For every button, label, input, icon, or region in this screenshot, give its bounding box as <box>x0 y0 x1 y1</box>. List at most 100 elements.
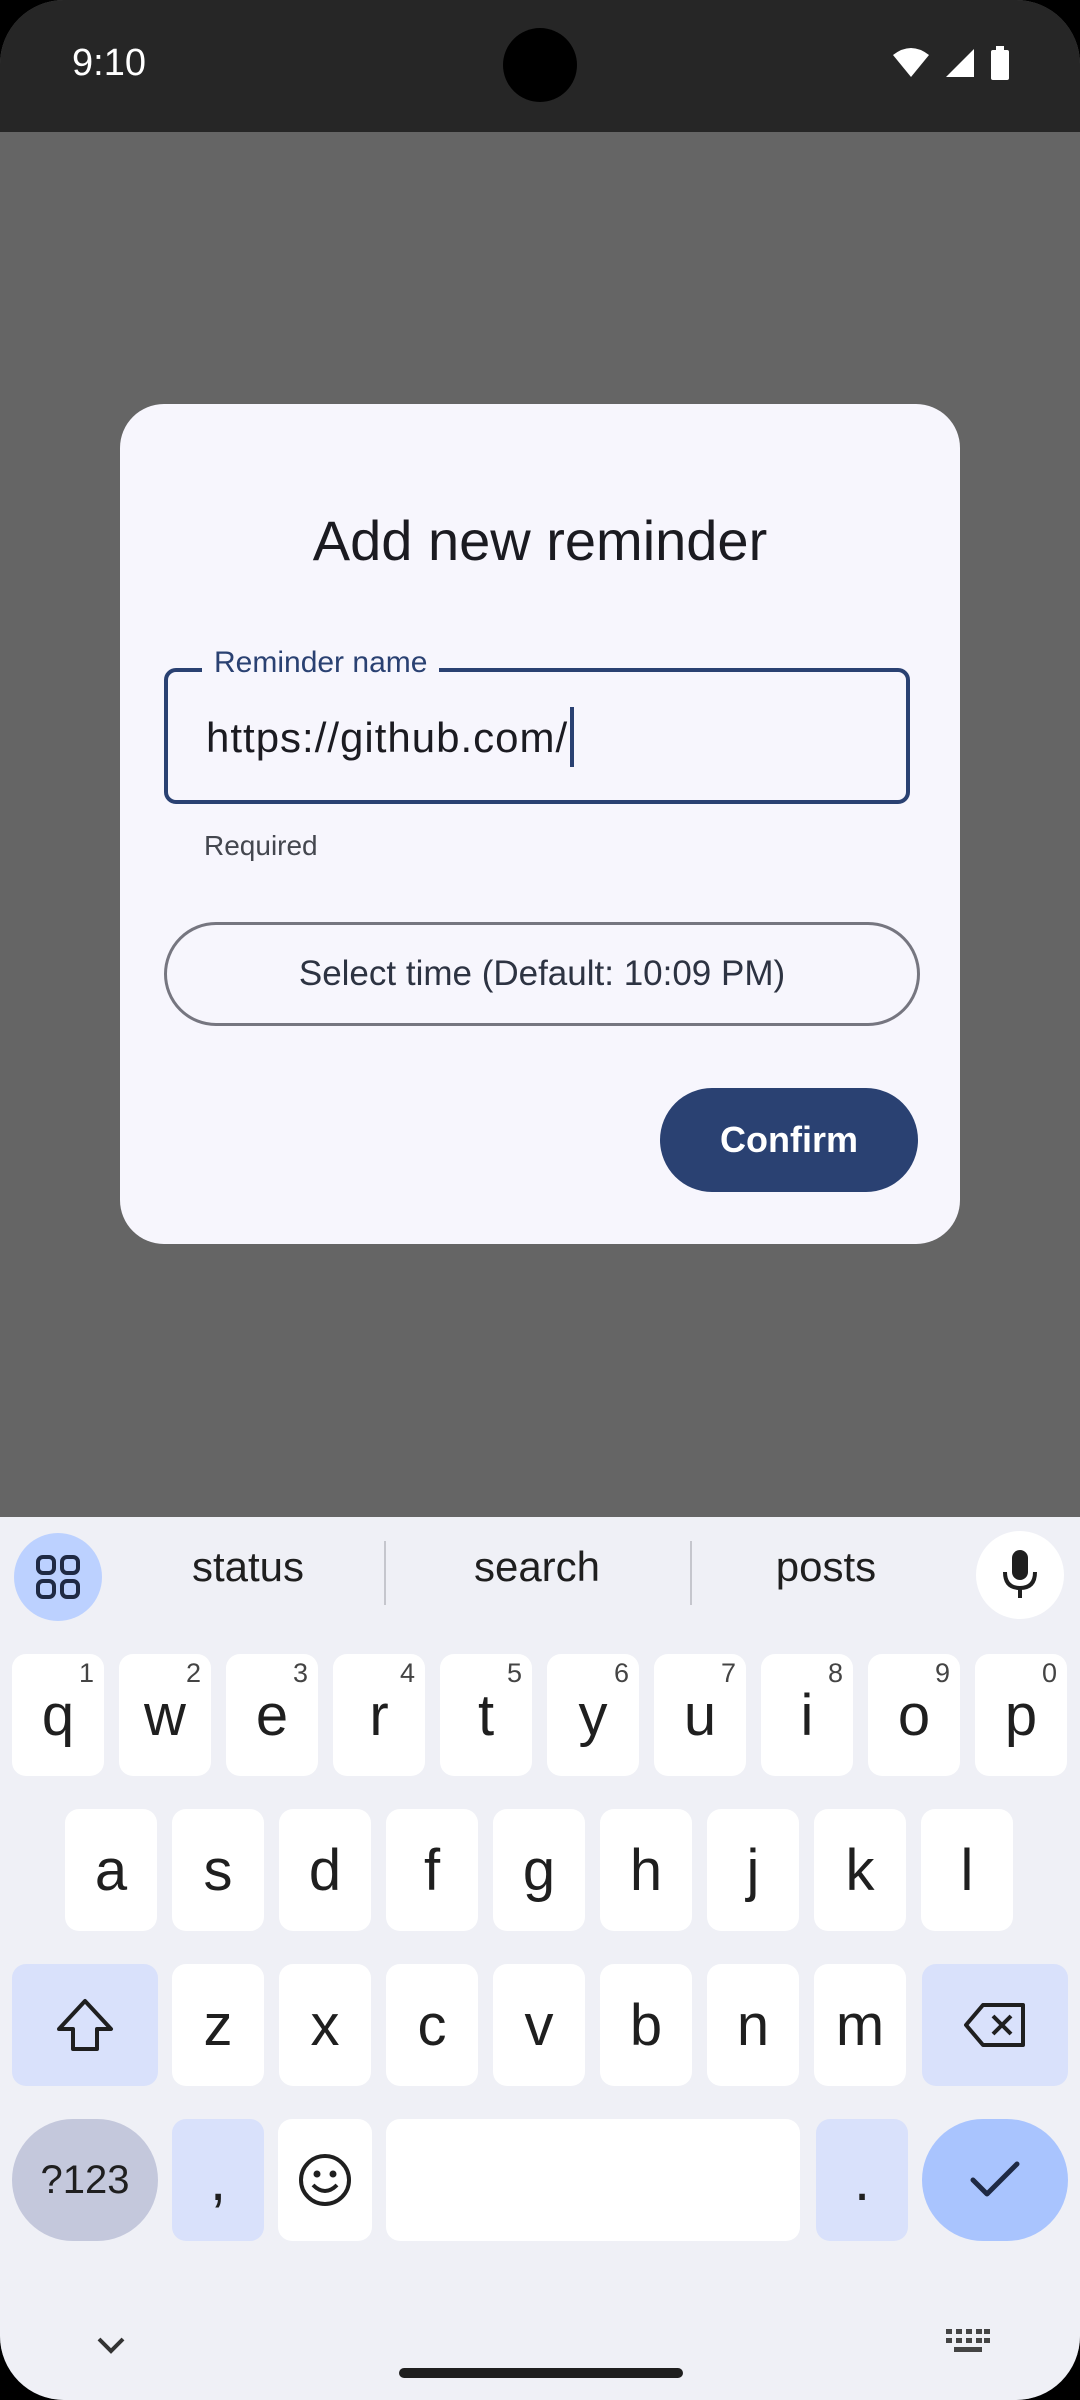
key-label: h <box>629 1837 663 1903</box>
key-y[interactable]: y6 <box>547 1654 639 1776</box>
key-hint: 4 <box>399 1658 415 1688</box>
key-o[interactable]: o9 <box>868 1654 960 1776</box>
add-reminder-dialog: Add new reminder Reminder name https://g… <box>120 404 960 1244</box>
key-label: g <box>522 1837 556 1903</box>
status-time: 9:10 <box>72 42 146 84</box>
key-label: a <box>94 1837 128 1903</box>
symbols-key[interactable]: ?123 <box>12 2119 158 2241</box>
checkmark-icon <box>970 2161 1020 2197</box>
key-label: t <box>477 1682 495 1748</box>
confirm-button[interactable]: Confirm <box>660 1088 918 1192</box>
key-d[interactable]: d <box>279 1809 371 1931</box>
key-h[interactable]: h <box>600 1809 692 1931</box>
home-gesture-bar[interactable] <box>399 2368 683 2378</box>
reminder-name-value: https://github.com/ <box>206 714 569 761</box>
key-u[interactable]: u7 <box>654 1654 746 1776</box>
key-q[interactable]: q1 <box>12 1654 104 1776</box>
key-s[interactable]: s <box>172 1809 264 1931</box>
suggestion-1[interactable]: status <box>128 1543 368 1591</box>
grid-icon <box>36 1555 80 1599</box>
key-t[interactable]: t5 <box>440 1654 532 1776</box>
dialog-title: Add new reminder <box>312 509 768 572</box>
key-label: j <box>746 1837 760 1903</box>
key-label: z <box>203 1992 233 2058</box>
key-label: i <box>800 1682 814 1748</box>
key-l[interactable]: l <box>921 1809 1013 1931</box>
key-z[interactable]: z <box>172 1964 264 2086</box>
emoji-key[interactable] <box>278 2119 372 2241</box>
keyboard-apps-button[interactable] <box>14 1533 102 1621</box>
key-hint: 9 <box>934 1658 950 1688</box>
key-label: x <box>310 1992 340 2058</box>
key-hint: 8 <box>827 1658 843 1688</box>
backspace-icon <box>964 2003 1025 2047</box>
key-label: m <box>835 1992 885 2058</box>
suggestion-divider <box>384 1541 386 1605</box>
key-v[interactable]: v <box>493 1964 585 2086</box>
battery-icon <box>991 46 1009 80</box>
key-label: w <box>144 1682 186 1748</box>
key-x[interactable]: x <box>279 1964 371 2086</box>
key-label: y <box>578 1682 608 1748</box>
key-label: b <box>629 1992 663 2058</box>
key-label: k <box>845 1837 875 1903</box>
key-a[interactable]: a <box>65 1809 157 1931</box>
key-r[interactable]: r4 <box>333 1654 425 1776</box>
key-label: n <box>736 1992 770 2058</box>
key-p[interactable]: p0 <box>975 1654 1067 1776</box>
key-label: q <box>41 1682 75 1748</box>
key-hint: 6 <box>613 1658 629 1688</box>
key-label: o <box>897 1682 931 1748</box>
text-cursor <box>570 706 575 767</box>
key-f[interactable]: f <box>386 1809 478 1931</box>
suggestion-3[interactable]: posts <box>706 1543 946 1591</box>
key-label: p <box>1004 1682 1038 1748</box>
reminder-name-label: Reminder name <box>202 646 440 680</box>
suggestion-divider <box>690 1541 692 1605</box>
key-m[interactable]: m <box>814 1964 906 2086</box>
enter-key[interactable] <box>922 2119 1068 2241</box>
hide-keyboard-chevron-icon[interactable] <box>96 2335 126 2355</box>
reminder-name-input[interactable]: https://github.com/ <box>206 706 575 767</box>
key-label: l <box>960 1837 974 1903</box>
suggestion-2[interactable]: search <box>417 1543 657 1591</box>
key-g[interactable]: g <box>493 1809 585 1931</box>
key-e[interactable]: e3 <box>226 1654 318 1776</box>
key-hint: 5 <box>506 1658 522 1688</box>
key-hint: 0 <box>1041 1658 1057 1688</box>
shift-key[interactable] <box>12 1964 158 2086</box>
keyboard-switch-icon[interactable] <box>946 2329 990 2355</box>
reminder-name-field[interactable]: Reminder name https://github.com/ <box>164 646 910 804</box>
key-label: c <box>417 1992 447 2058</box>
suggestion-bar: status search posts <box>0 1517 1080 1627</box>
signal-icon <box>946 49 974 77</box>
key-label: u <box>683 1682 717 1748</box>
comma-key[interactable]: , <box>172 2119 264 2241</box>
space-key[interactable] <box>386 2119 800 2241</box>
key-hint: 3 <box>292 1658 308 1688</box>
key-j[interactable]: j <box>707 1809 799 1931</box>
status-icons <box>892 46 1010 80</box>
key-i[interactable]: i8 <box>761 1654 853 1776</box>
key-label: s <box>203 1837 233 1903</box>
key-hint: 7 <box>720 1658 736 1688</box>
key-c[interactable]: c <box>386 1964 478 2086</box>
voice-input-button[interactable] <box>976 1531 1064 1619</box>
key-b[interactable]: b <box>600 1964 692 2086</box>
wifi-icon <box>893 48 929 77</box>
key-hint: 2 <box>185 1658 201 1688</box>
period-key[interactable]: . <box>816 2119 908 2241</box>
shift-icon <box>57 1999 113 2051</box>
key-n[interactable]: n <box>707 1964 799 2086</box>
soft-keyboard: status search posts ?123 , . q 1 w 2 e 3… <box>0 1517 1080 2400</box>
select-time-button[interactable]: Select time (Default: 10:09 PM) <box>164 922 920 1026</box>
microphone-icon <box>1003 1550 1037 1598</box>
key-k[interactable]: k <box>814 1809 906 1931</box>
emoji-icon <box>299 2154 351 2206</box>
required-helper-text: Required <box>204 830 318 861</box>
key-label: f <box>423 1837 441 1903</box>
key-label: r <box>369 1682 389 1748</box>
backspace-key[interactable] <box>922 1964 1068 2086</box>
key-w[interactable]: w2 <box>119 1654 211 1776</box>
camera-cutout <box>503 28 577 102</box>
